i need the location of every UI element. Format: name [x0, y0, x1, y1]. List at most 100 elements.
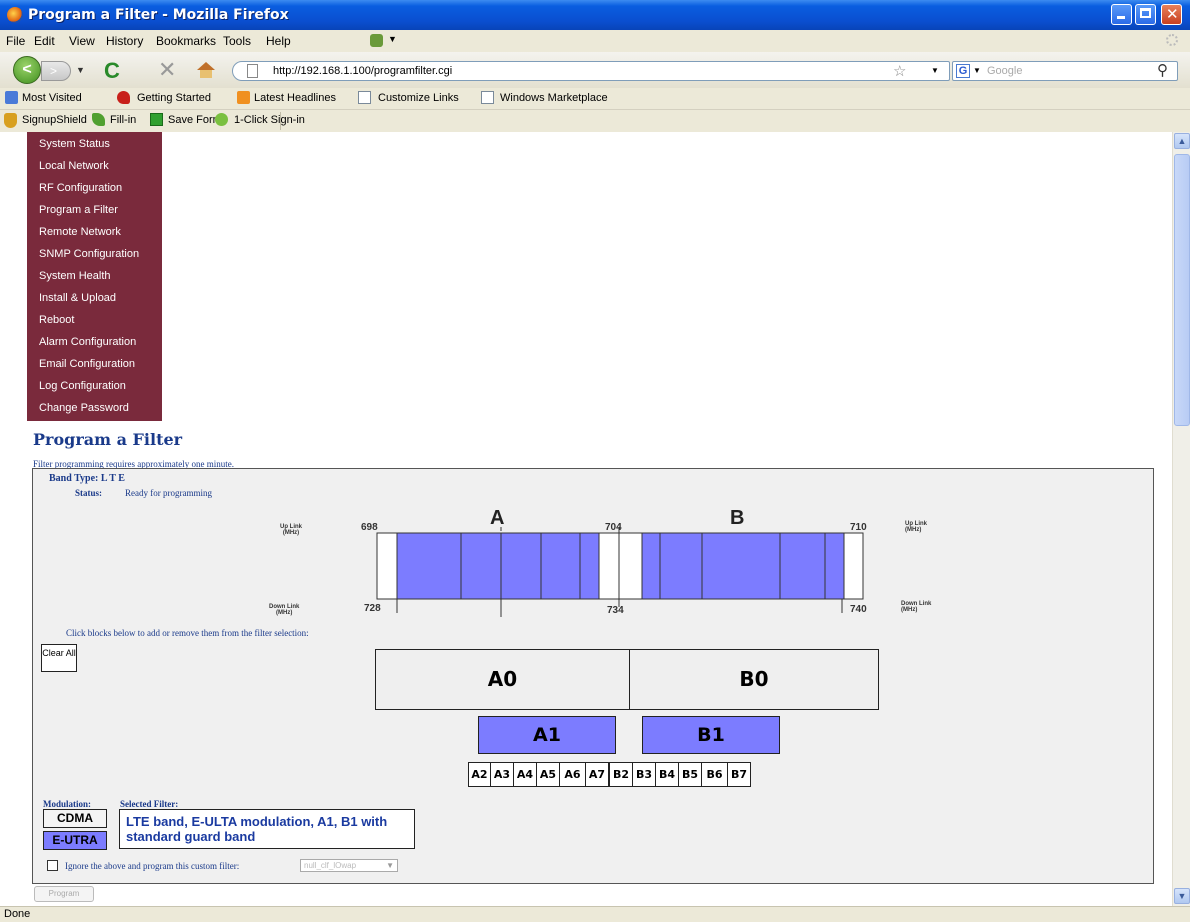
google-icon[interactable]: G — [956, 64, 970, 78]
block-b5[interactable]: B5 — [678, 762, 702, 787]
vertical-scrollbar[interactable]: ▲ ▼ — [1172, 132, 1190, 906]
address-bar[interactable]: http://192.168.1.100/programfilter.cgi ☆… — [232, 61, 950, 81]
status-text: Done — [4, 908, 31, 920]
status-label: Status: — [75, 488, 103, 498]
search-placeholder[interactable]: Google — [987, 65, 1022, 77]
toolbar-separator — [280, 112, 281, 130]
fill-in-icon — [92, 113, 105, 126]
maximize-button[interactable] — [1135, 4, 1156, 25]
block-a4[interactable]: A4 — [513, 762, 537, 787]
custom-filter-checkbox[interactable] — [47, 860, 58, 871]
modulation-label: Modulation: — [43, 799, 92, 809]
menu-history[interactable]: History — [106, 34, 143, 48]
bookmark-customize-links[interactable]: Customize Links — [378, 92, 459, 104]
filter-panel: Band Type: L T E Status: Ready for progr… — [32, 468, 1154, 884]
sidebar-item-remote-network[interactable]: Remote Network — [39, 226, 121, 238]
status-bar: Done — [0, 906, 1190, 922]
sidebar-item-log-configuration[interactable]: Log Configuration — [39, 380, 126, 392]
addon-menu-icon[interactable] — [370, 34, 383, 47]
program-button[interactable]: Program — [34, 886, 94, 902]
forward-button[interactable]: > — [41, 61, 71, 81]
custom-filter-select[interactable]: null_clf_lOwap ▼ — [300, 859, 398, 872]
sidebar-item-rf-configuration[interactable]: RF Configuration — [39, 182, 122, 194]
selected-filter-box: LTE band, E-ULTA modulation, A1, B1 with… — [119, 809, 415, 849]
bookmark-latest-headlines[interactable]: Latest Headlines — [254, 92, 336, 104]
getting-started-icon — [117, 91, 130, 104]
home-icon[interactable] — [197, 62, 215, 78]
addons-toolbar: SignupShield Fill-in Save Form 1-Click S… — [0, 110, 1190, 132]
uplink-label-left: Up Link (MHz) — [280, 524, 302, 536]
most-visited-icon — [5, 91, 18, 104]
close-icon: ✕ — [1166, 5, 1179, 23]
rss-icon — [237, 91, 250, 104]
block-b0[interactable]: B0 — [629, 649, 879, 710]
block-a1[interactable]: A1 — [478, 716, 616, 754]
bookmark-most-visited[interactable]: Most Visited — [22, 92, 82, 104]
menu-view[interactable]: View — [69, 34, 95, 48]
firefox-icon — [7, 7, 23, 23]
stop-icon[interactable]: ✕ — [158, 57, 176, 83]
menu-file[interactable]: File — [6, 34, 25, 48]
close-button[interactable]: ✕ — [1161, 4, 1182, 25]
spectrum-bar — [376, 527, 864, 617]
sidebar-item-program-a-filter[interactable]: Program a Filter — [39, 204, 118, 216]
address-url[interactable]: http://192.168.1.100/programfilter.cgi — [273, 65, 452, 77]
one-click-sign-in-button[interactable]: 1-Click Sign-in — [234, 114, 305, 126]
chevron-down-icon[interactable]: ▼ — [388, 34, 397, 44]
minimize-button[interactable] — [1111, 4, 1132, 25]
page-icon — [481, 91, 494, 104]
block-b3[interactable]: B3 — [632, 762, 656, 787]
block-a2[interactable]: A2 — [468, 762, 491, 787]
fill-in-button[interactable]: Fill-in — [110, 114, 136, 126]
navigation-toolbar: < > ▼ C ✕ http://192.168.1.100/programfi… — [0, 52, 1190, 88]
history-dropdown-icon[interactable]: ▼ — [76, 65, 85, 75]
cdma-button[interactable]: CDMA — [43, 809, 107, 828]
block-a6[interactable]: A6 — [559, 762, 586, 787]
sidebar-item-snmp-configuration[interactable]: SNMP Configuration — [39, 248, 139, 260]
signupshield-button[interactable]: SignupShield — [22, 114, 87, 126]
sidebar-item-reboot[interactable]: Reboot — [39, 314, 74, 326]
e-utra-button[interactable]: E-UTRA — [43, 831, 107, 850]
save-form-button[interactable]: Save Form — [168, 114, 222, 126]
menu-edit[interactable]: Edit — [34, 34, 55, 48]
block-a7[interactable]: A7 — [585, 762, 609, 787]
scroll-up-icon[interactable]: ▲ — [1174, 133, 1190, 149]
sidebar-item-email-configuration[interactable]: Email Configuration — [39, 358, 135, 370]
bookmark-windows-marketplace[interactable]: Windows Marketplace — [500, 92, 608, 104]
bookmark-star-icon[interactable]: ☆ — [893, 62, 906, 80]
sidebar-item-install-upload[interactable]: Install & Upload — [39, 292, 116, 304]
page-icon — [247, 64, 258, 78]
block-b2[interactable]: B2 — [609, 762, 633, 787]
block-a0[interactable]: A0 — [375, 649, 630, 710]
sidebar-item-change-password[interactable]: Change Password — [39, 402, 129, 414]
forward-arrow-icon: > — [50, 64, 58, 78]
menu-help[interactable]: Help — [266, 34, 291, 48]
block-b6[interactable]: B6 — [701, 762, 728, 787]
block-b1[interactable]: B1 — [642, 716, 780, 754]
search-bar[interactable]: G ▼ Google ⚲ — [952, 61, 1178, 81]
block-a5[interactable]: A5 — [536, 762, 560, 787]
menu-tools[interactable]: Tools — [223, 34, 251, 48]
block-a3[interactable]: A3 — [490, 762, 514, 787]
back-button[interactable]: < — [13, 56, 41, 84]
url-dropdown-icon[interactable]: ▼ — [931, 66, 939, 75]
window-titlebar: Program a Filter - Mozilla Firefox ✕ — [0, 0, 1190, 30]
bookmark-getting-started[interactable]: Getting Started — [137, 92, 211, 104]
sidebar-item-local-network[interactable]: Local Network — [39, 160, 109, 172]
sidebar-item-alarm-configuration[interactable]: Alarm Configuration — [39, 336, 136, 348]
clear-all-button[interactable]: Clear All — [41, 644, 77, 672]
block-b7[interactable]: B7 — [727, 762, 751, 787]
menu-bookmarks[interactable]: Bookmarks — [156, 34, 216, 48]
sidebar-item-system-status[interactable]: System Status — [39, 138, 110, 150]
reload-icon[interactable]: C — [104, 58, 120, 84]
menu-bar: File Edit View History Bookmarks Tools H… — [0, 30, 1190, 52]
save-form-icon — [150, 113, 163, 126]
search-icon[interactable]: ⚲ — [1157, 61, 1168, 79]
maximize-icon — [1140, 8, 1151, 18]
engine-dropdown-icon[interactable]: ▼ — [973, 66, 981, 75]
block-b4[interactable]: B4 — [655, 762, 679, 787]
bookmarks-toolbar: Most Visited Getting Started Latest Head… — [0, 88, 1190, 110]
scrollbar-thumb[interactable] — [1174, 154, 1190, 426]
sidebar-item-system-health[interactable]: System Health — [39, 270, 111, 282]
scroll-down-icon[interactable]: ▼ — [1174, 888, 1190, 904]
